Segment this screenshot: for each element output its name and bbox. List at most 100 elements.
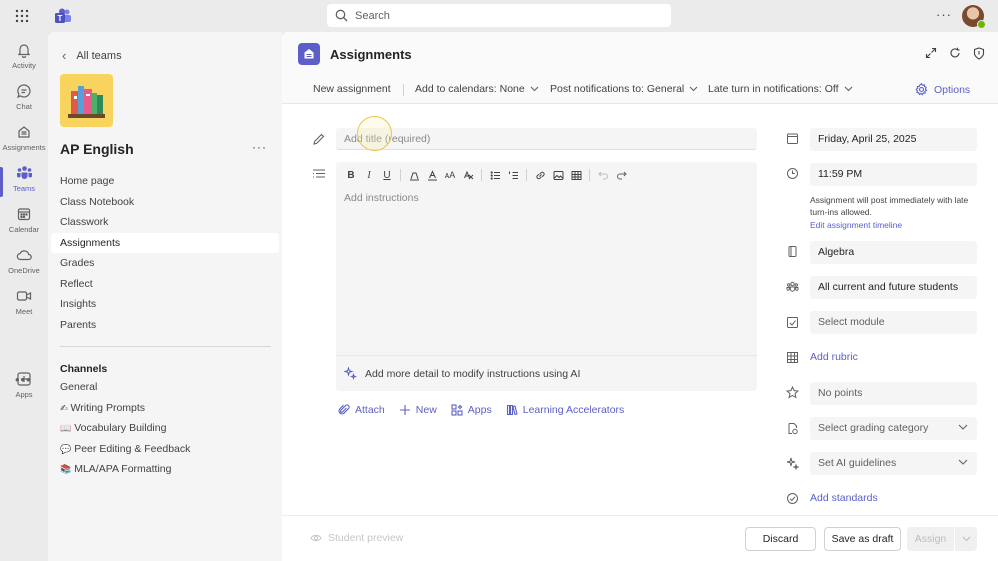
options-button[interactable]: Options — [915, 83, 970, 96]
rail-label: Meet — [15, 307, 33, 316]
rail-label: Activity — [12, 61, 36, 70]
channel-label: Writing Prompts — [70, 401, 146, 414]
shield-icon[interactable] — [973, 47, 987, 61]
late-turn-in-label: Late turn in notifications: Off — [708, 83, 839, 95]
chevron-down-icon — [958, 459, 968, 465]
assign-options-button[interactable] — [955, 527, 977, 551]
add-to-calendars-dropdown[interactable]: Add to calendars: None — [415, 83, 539, 95]
class-icon — [786, 245, 800, 259]
nav-item-grades[interactable]: Grades — [51, 253, 279, 274]
student-preview-label: Student preview — [328, 532, 404, 544]
numbered-list-icon[interactable] — [504, 167, 522, 183]
new-label: New — [415, 404, 437, 416]
pencil-icon: ✍ — [60, 402, 68, 413]
nav-item-class-notebook[interactable]: Class Notebook — [51, 192, 279, 213]
more-options-icon[interactable]: ··· — [936, 7, 954, 25]
post-notifications-dropdown[interactable]: Post notifications to: General — [550, 83, 698, 95]
clear-format-icon[interactable] — [459, 167, 477, 183]
channel-vocabulary-building[interactable]: 📖 Vocabulary Building — [60, 418, 190, 439]
refresh-icon[interactable] — [949, 47, 963, 61]
books-icon: 📚 — [60, 464, 72, 474]
rail-label: Chat — [16, 102, 32, 111]
rail-item-activity[interactable]: Activity — [0, 42, 48, 82]
grading-category-icon — [786, 422, 800, 436]
channel-peer-editing[interactable]: 💬 Peer Editing & Feedback — [60, 439, 190, 460]
search-input[interactable]: Search — [327, 4, 671, 27]
image-icon[interactable] — [549, 167, 567, 183]
edit-timeline-link[interactable]: Edit assignment timeline — [810, 220, 902, 230]
expand-icon[interactable] — [925, 47, 939, 61]
assignments-icon — [18, 126, 30, 138]
nav-item-insights[interactable]: Insights — [51, 294, 279, 315]
discard-button[interactable]: Discard — [745, 527, 816, 551]
gear-icon — [915, 83, 928, 96]
search-icon — [335, 9, 348, 22]
nav-item-reflect[interactable]: Reflect — [51, 274, 279, 295]
underline-icon[interactable]: U — [378, 167, 396, 183]
channel-label: Vocabulary Building — [74, 422, 167, 434]
italic-icon[interactable]: I — [360, 167, 378, 183]
bold-icon[interactable]: B — [342, 167, 360, 183]
rail-item-calendar[interactable]: Calendar — [0, 206, 48, 246]
late-turn-in-dropdown[interactable]: Late turn in notifications: Off — [708, 83, 853, 95]
nav-item-parents[interactable]: Parents — [51, 315, 279, 336]
attach-button[interactable]: Attach — [338, 404, 385, 416]
clock-icon — [786, 167, 800, 181]
rail-item-meet[interactable]: Meet — [0, 288, 48, 328]
teams-logo-icon: T — [54, 7, 72, 25]
nav-item-classwork[interactable]: Classwork — [51, 212, 279, 233]
font-color-icon[interactable] — [423, 167, 441, 183]
sparkle-icon — [344, 367, 357, 380]
assign-button[interactable]: Assign — [907, 527, 954, 551]
post-note: Assignment will post immediately with la… — [810, 195, 969, 217]
team-more-icon[interactable]: ··· — [252, 140, 267, 154]
module-selector[interactable]: Select module — [810, 311, 977, 334]
rail-item-chat[interactable]: Chat — [0, 83, 48, 123]
nav-item-assignments[interactable]: Assignments — [51, 232, 279, 253]
rail-item-assignments[interactable]: Assignments — [0, 124, 48, 164]
nav-item-home-page[interactable]: Home page — [51, 171, 279, 192]
class-selector[interactable]: Algebra — [810, 241, 977, 264]
books-icon — [506, 404, 518, 416]
student-preview-button[interactable]: Student preview — [310, 532, 403, 544]
rail-label: Assignments — [2, 143, 46, 152]
students-selector[interactable]: All current and future students — [810, 276, 977, 299]
redo-icon[interactable] — [612, 167, 630, 183]
link-icon[interactable] — [531, 167, 549, 183]
rail-item-teams[interactable]: Teams — [0, 165, 48, 205]
apps-button[interactable]: Apps — [451, 404, 492, 416]
rail-label: Calendar — [8, 225, 40, 234]
calendar-icon — [17, 208, 31, 221]
due-date-picker[interactable]: Friday, April 25, 2025 — [810, 128, 977, 151]
table-icon[interactable] — [567, 167, 585, 183]
app-launcher-icon[interactable] — [14, 8, 30, 24]
apps-label: Apps — [467, 404, 492, 416]
points-field[interactable]: No points — [810, 382, 977, 405]
instructions-editor[interactable]: B I U ᴀA Add instructions Add more detai… — [336, 162, 757, 391]
assignment-title-field[interactable]: Add title (required) — [336, 128, 757, 150]
bullet-list-icon[interactable] — [486, 167, 504, 183]
channel-mla-apa-formatting[interactable]: 📚 MLA/APA Formatting — [60, 459, 190, 480]
new-button[interactable]: New — [399, 404, 437, 416]
back-to-all-teams[interactable]: ‹ All teams — [62, 48, 122, 63]
instructions-icon — [312, 167, 326, 181]
speech-bubble-icon: 💬 — [60, 443, 72, 454]
ai-guidelines-dropdown[interactable]: Set AI guidelines — [810, 452, 977, 475]
avatar[interactable] — [962, 5, 986, 29]
font-size-icon[interactable]: ᴀA — [441, 167, 459, 183]
channel-general[interactable]: General — [60, 377, 190, 398]
due-time-picker[interactable]: 11:59 PM — [810, 163, 977, 186]
save-draft-button[interactable]: Save as draft — [824, 527, 901, 551]
learning-accelerators-button[interactable]: Learning Accelerators — [506, 404, 624, 416]
undo-icon[interactable] — [594, 167, 612, 183]
highlight-icon[interactable] — [405, 167, 423, 183]
rail-item-onedrive[interactable]: OneDrive — [0, 247, 48, 287]
team-name: AP English — [60, 141, 134, 157]
ai-modify-instructions[interactable]: Add more detail to modify instructions u… — [336, 355, 757, 391]
grading-category-dropdown[interactable]: Select grading category — [810, 417, 977, 440]
add-rubric-link[interactable]: Add rubric — [810, 351, 858, 363]
channel-writing-prompts[interactable]: ✍ Writing Prompts — [60, 398, 190, 419]
add-standards-link[interactable]: Add standards — [810, 492, 878, 504]
new-assignment-button[interactable]: New assignment — [313, 83, 391, 95]
rail-item-apps[interactable]: Apps — [0, 371, 48, 411]
